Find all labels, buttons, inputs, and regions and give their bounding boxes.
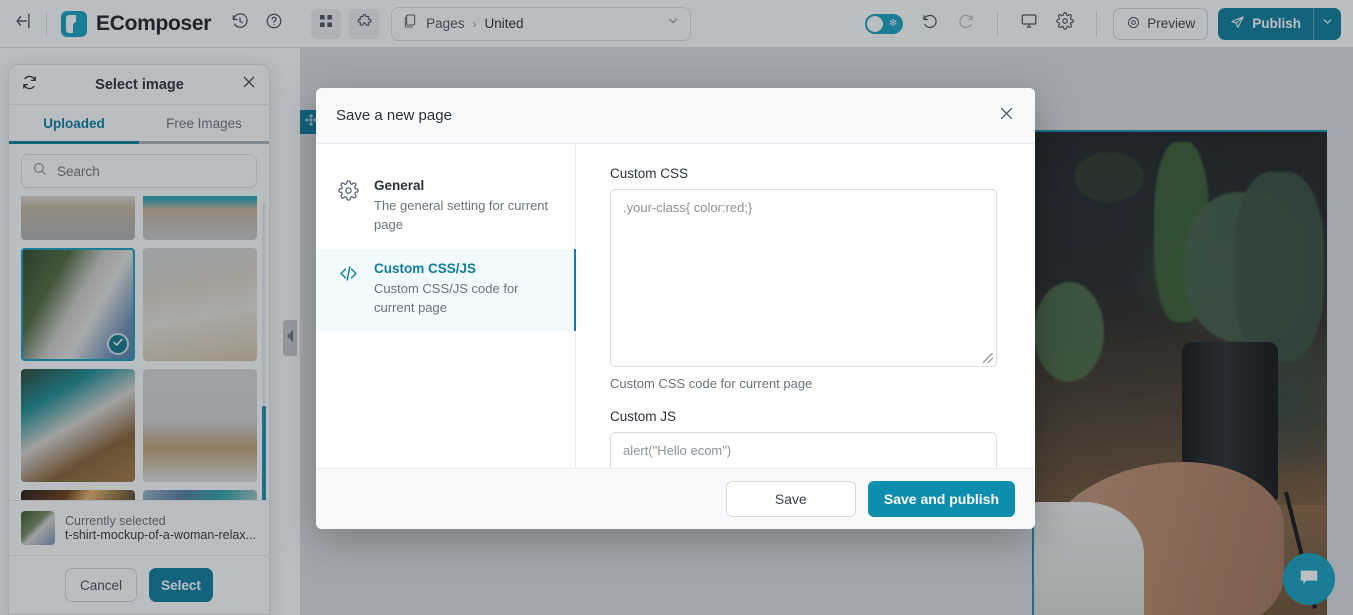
code-icon (338, 261, 360, 318)
nav-item-custom-css-js-desc: Custom CSS/JS code for current page (374, 280, 519, 315)
custom-css-help: Custom CSS code for current page (610, 376, 813, 391)
modal-body: General The general setting for current … (316, 144, 1035, 468)
modal-content-pane[interactable]: Custom CSS .your-class{ color:red;} Cust… (576, 144, 1035, 468)
resize-grip-icon[interactable] (983, 353, 993, 363)
custom-css-placeholder: .your-class{ color:red;} (623, 200, 753, 215)
save-and-publish-button[interactable]: Save and publish (867, 481, 1015, 517)
custom-css-textarea[interactable]: .your-class{ color:red;} (610, 189, 997, 367)
save-page-modal: Save a new page General The general sett… (316, 88, 1035, 529)
close-icon[interactable] (998, 105, 1015, 127)
modal-settings-nav: General The general setting for current … (316, 144, 576, 468)
save-button[interactable]: Save (725, 481, 856, 517)
nav-item-general-title: General (374, 178, 425, 193)
custom-js-label: Custom JS (610, 409, 677, 424)
modal-title: Save a new page (336, 107, 452, 124)
custom-js-placeholder: alert("Hello ecom") (623, 443, 732, 458)
modal-footer: Save Save and publish (316, 468, 1035, 529)
gear-icon (338, 178, 360, 235)
nav-item-general-desc: The general setting for current page (374, 198, 549, 232)
nav-item-general[interactable]: General The general setting for current … (316, 166, 575, 249)
nav-item-custom-css-js-title: Custom CSS/JS (374, 260, 477, 276)
custom-js-textarea[interactable]: alert("Hello ecom") (610, 432, 997, 468)
modal-header: Save a new page (316, 88, 1035, 144)
nav-item-custom-css-js[interactable]: Custom CSS/JS Custom CSS/JS code for cur… (316, 248, 576, 332)
custom-css-label: Custom CSS (610, 166, 689, 181)
app-root: EComposer Pages › United ✻ Preview Publi… (0, 0, 1353, 615)
